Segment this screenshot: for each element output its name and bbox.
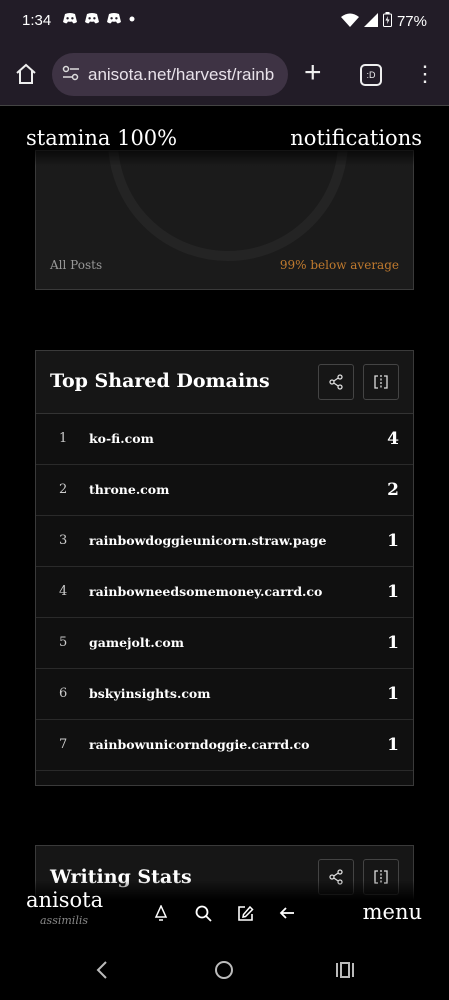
address-bar[interactable]: anisota.net/harvest/rainb <box>52 53 288 96</box>
menu-link[interactable]: menu <box>363 900 422 924</box>
share-count: 1 <box>387 684 399 704</box>
discord-icon <box>106 12 122 28</box>
rank: 7 <box>59 737 68 752</box>
brand-subtitle: assimilis <box>40 914 88 927</box>
site-settings-icon[interactable] <box>62 65 82 84</box>
page-header: stamina 100% notifications <box>0 106 449 166</box>
share-count: 1 <box>387 735 399 755</box>
system-recents-icon[interactable] <box>335 960 355 984</box>
table-row[interactable]: 3 rainbowdoggieunicorn.straw.page 1 <box>36 516 413 567</box>
stamina-indicator[interactable]: stamina 100% <box>26 126 177 150</box>
home-icon[interactable] <box>14 62 40 88</box>
posts-stat-card: All Posts 99% below average <box>35 150 414 290</box>
all-posts-label: All Posts <box>50 258 103 272</box>
notification-icons <box>62 12 136 28</box>
card-header: Top Shared Domains <box>36 351 413 414</box>
battery-icon <box>382 12 392 31</box>
rank: 5 <box>59 635 68 650</box>
back-arrow-icon[interactable] <box>276 902 298 924</box>
new-tab-plus-icon[interactable]: + <box>304 58 322 88</box>
brand-logo-text[interactable]: anisota <box>26 888 103 912</box>
rank: 4 <box>59 584 68 599</box>
domain-name: rainbowneedsomemoney.carrd.co <box>89 584 323 599</box>
share-count: 1 <box>387 582 399 602</box>
wifi-icon <box>340 13 359 31</box>
domain-list: 1 ko-fi.com 4 2 throne.com 2 3 rainbowdo… <box>36 414 413 771</box>
share-count: 1 <box>387 531 399 551</box>
domain-name: rainbowunicorndoggie.carrd.co <box>89 737 310 752</box>
bell-icon[interactable] <box>150 902 172 924</box>
below-average-label: 99% below average <box>279 258 399 272</box>
share-icon[interactable] <box>318 364 354 400</box>
discord-icon <box>62 12 78 28</box>
url-text: anisota.net/harvest/rainb <box>88 64 275 84</box>
share-count: 4 <box>387 429 399 449</box>
status-bar: 1:34 77% <box>0 0 449 44</box>
domain-name: gamejolt.com <box>89 635 184 650</box>
discord-icon <box>84 12 100 28</box>
table-row[interactable]: 2 throne.com 2 <box>36 465 413 516</box>
rank: 2 <box>59 482 68 497</box>
notifications-link[interactable]: notifications <box>290 126 422 150</box>
browser-toolbar: anisota.net/harvest/rainb + :D ⋮ <box>0 44 449 106</box>
table-row[interactable]: 4 rainbowneedsomemoney.carrd.co 1 <box>36 567 413 618</box>
gauge-ring <box>108 151 348 261</box>
table-row[interactable]: 7 rainbowunicorndoggie.carrd.co 1 <box>36 720 413 771</box>
status-time: 1:34 <box>22 12 52 29</box>
rank: 1 <box>59 431 68 446</box>
share-count: 2 <box>387 480 399 500</box>
domain-name: throne.com <box>89 482 170 497</box>
signal-icon <box>363 12 378 31</box>
table-row[interactable]: 5 gamejolt.com 1 <box>36 618 413 669</box>
domain-name: rainbowdoggieunicorn.straw.page <box>89 533 327 548</box>
table-row[interactable]: 1 ko-fi.com 4 <box>36 414 413 465</box>
compose-icon[interactable] <box>234 902 256 924</box>
system-home-icon[interactable] <box>214 960 234 984</box>
battery-level: 77% <box>396 13 427 30</box>
table-row[interactable]: 6 bskyinsights.com 1 <box>36 669 413 720</box>
system-navigation-bar <box>0 938 449 1000</box>
tab-switcher-icon[interactable]: :D <box>360 64 382 86</box>
more-menu-icon[interactable]: ⋮ <box>414 60 436 88</box>
rank: 6 <box>59 686 68 701</box>
card-title: Top Shared Domains <box>50 370 270 392</box>
share-count: 1 <box>387 633 399 653</box>
split-view-icon[interactable] <box>363 364 399 400</box>
dot-icon <box>128 12 136 28</box>
top-shared-domains-card: Top Shared Domains 1 ko-fi.com 4 2 thron… <box>35 350 414 786</box>
rank: 3 <box>59 533 68 548</box>
domain-name: ko-fi.com <box>89 431 154 446</box>
search-icon[interactable] <box>192 902 214 924</box>
status-right: 77% <box>340 12 427 31</box>
bottom-nav: anisota assimilis menu <box>0 880 449 938</box>
domain-name: bskyinsights.com <box>89 686 211 701</box>
nav-icon-group <box>150 902 298 924</box>
system-back-icon[interactable] <box>95 960 109 984</box>
